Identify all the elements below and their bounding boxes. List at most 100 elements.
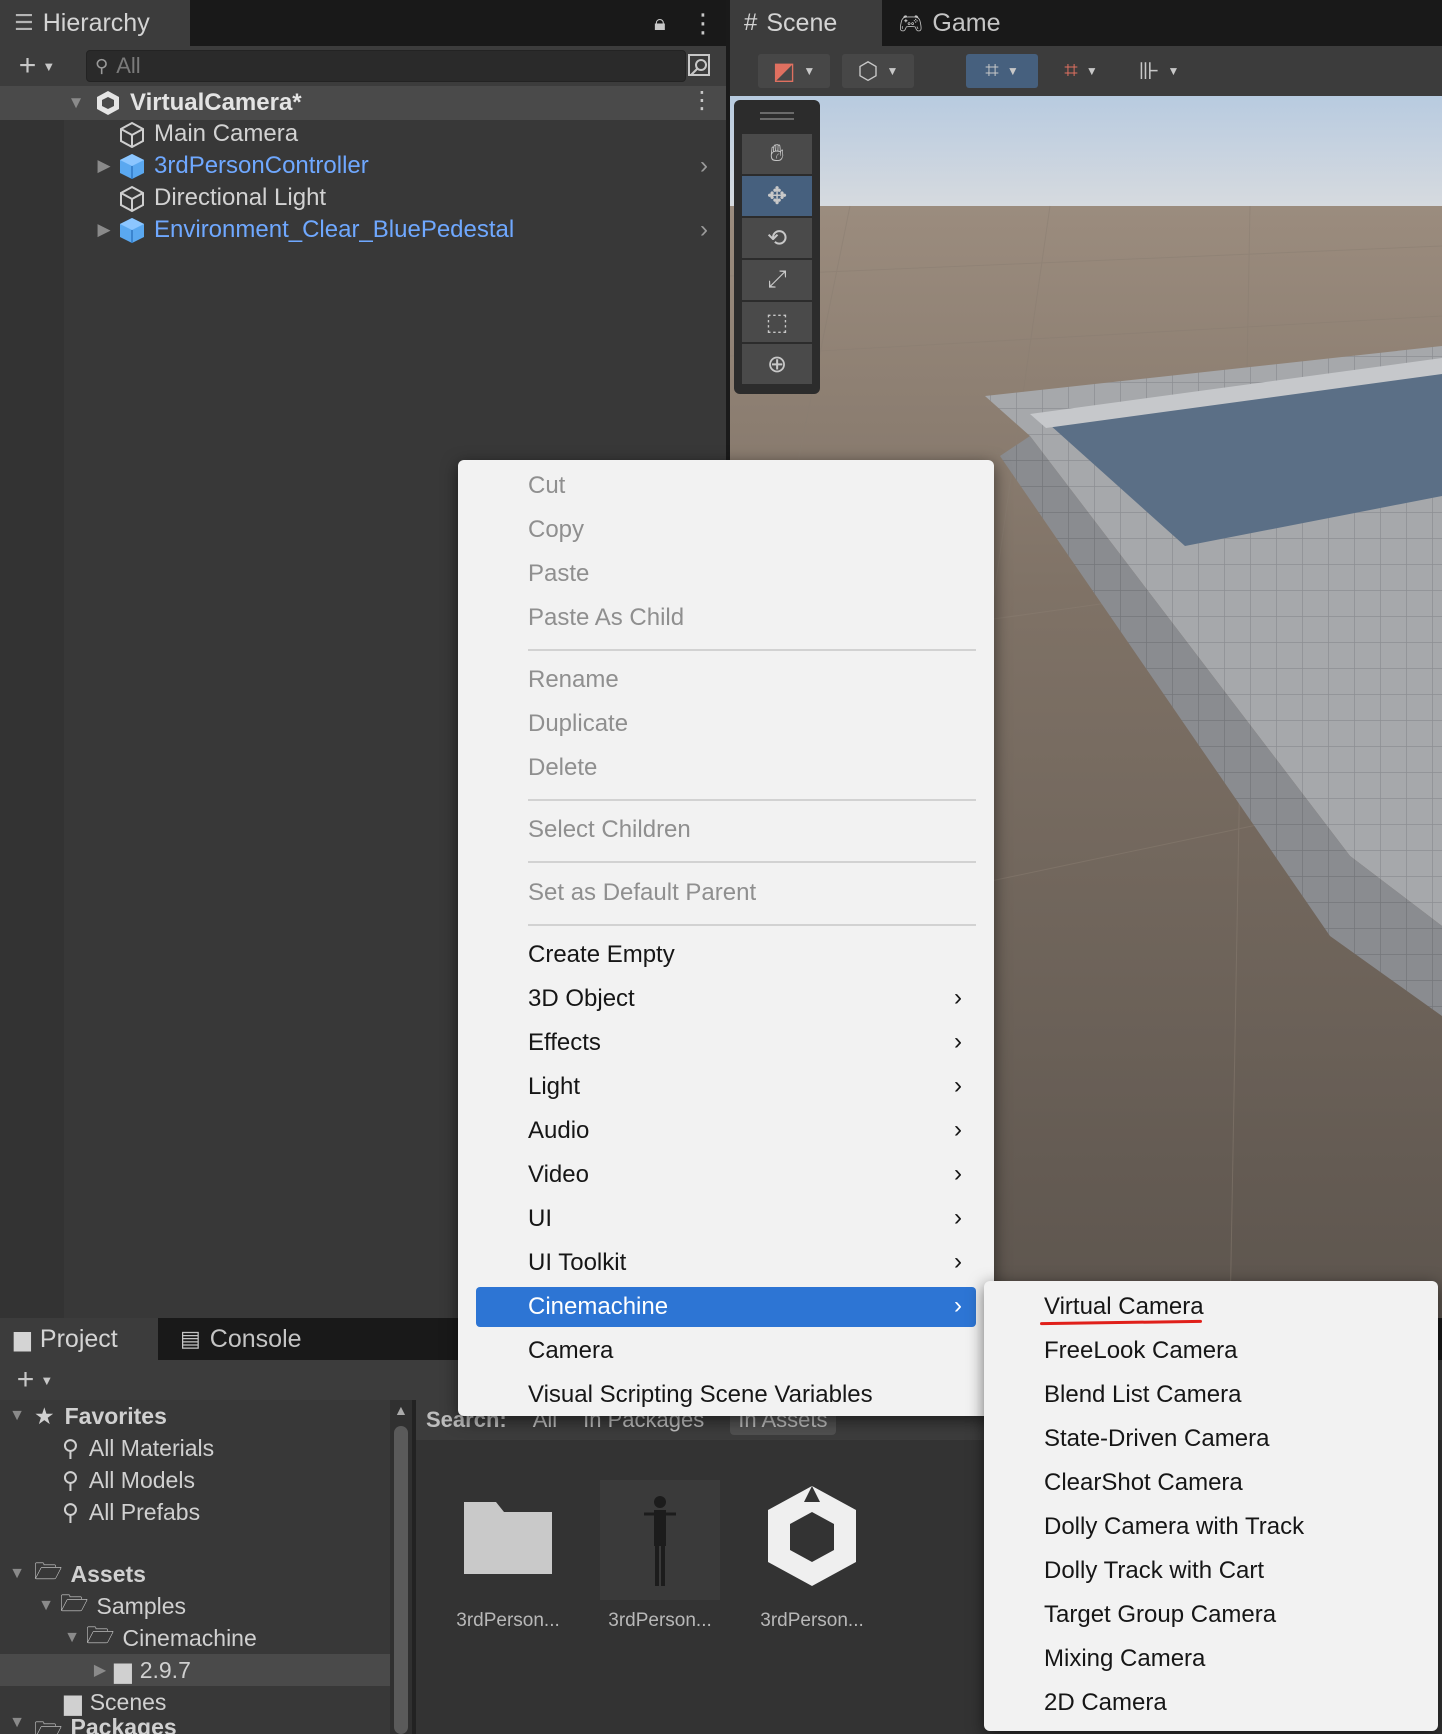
grid-snap-toggle[interactable]: ⌗ ▼ [966, 54, 1038, 88]
hierarchy-item-main-camera[interactable]: Main Camera [0, 118, 726, 150]
scale-tool-button[interactable]: ⤢ [742, 260, 812, 300]
collapse-arrow-icon[interactable]: ▼ [32, 1597, 60, 1615]
collapse-arrow-icon[interactable]: ▼ [58, 1629, 86, 1647]
character-model-icon [644, 1496, 676, 1586]
asset-item[interactable]: 3rdPerson... [438, 1480, 578, 1660]
menu-item-label: Light [528, 1073, 581, 1100]
open-folder-icon: 🗁 [34, 1557, 63, 1584]
create-add-button[interactable]: + ▼ [8, 48, 66, 84]
submenu-item-dolly-track-with-cart[interactable]: Dolly Track with Cart [1044, 1551, 1264, 1591]
project-create-button[interactable]: + ▼ [6, 1362, 64, 1398]
asset-item[interactable]: 3rdPerson... [590, 1480, 730, 1660]
search-placeholder: All [116, 53, 141, 78]
menu-item-ui[interactable]: UI › [476, 1199, 976, 1239]
menu-item-cinemachine[interactable]: Cinemachine › [476, 1287, 976, 1327]
submenu-item-mixing-camera[interactable]: Mixing Camera [1044, 1639, 1205, 1679]
folder-samples[interactable]: ▼ 🗁 Samples [0, 1590, 390, 1622]
submenu-item-target-group-camera[interactable]: Target Group Camera [1044, 1595, 1276, 1635]
render-mode-dropdown[interactable]: ⬡ ▼ [842, 54, 914, 88]
tab-console[interactable]: ▤ Console [166, 1318, 326, 1360]
scene-name: VirtualCamera* [130, 89, 302, 116]
asset-label: 3rdPerson... [456, 1610, 560, 1631]
hierarchy-item-directional-light[interactable]: Directional Light [0, 182, 726, 214]
favorite-item[interactable]: ⚲ All Materials [0, 1432, 390, 1464]
packages-header[interactable]: ▼ 🗁 Packages [0, 1714, 390, 1734]
collapse-arrow-icon[interactable]: ▼ [0, 1565, 34, 1583]
scene-search-icon[interactable] [686, 52, 714, 80]
menu-item-paste: Paste [528, 560, 590, 587]
favorite-item[interactable]: ⚲ All Prefabs [0, 1496, 390, 1528]
menu-item-effects[interactable]: Effects › [476, 1023, 976, 1063]
scroll-thumb[interactable] [394, 1426, 408, 1734]
tab-game[interactable]: 🎮︎ Game [884, 0, 1024, 46]
assets-header[interactable]: ▼ 🗁 Assets [0, 1558, 390, 1590]
hand-tool-button[interactable]: ✋︎ [742, 134, 812, 174]
collapse-arrow-icon[interactable]: ▼ [0, 1714, 34, 1732]
submenu-item-state-driven-camera[interactable]: State-Driven Camera [1044, 1419, 1269, 1459]
expand-arrow-icon[interactable]: ▶ [86, 1660, 114, 1680]
asset-item[interactable]: 3rdPerson... [742, 1480, 882, 1660]
draw-mode-dropdown[interactable]: ◩ ▼ [758, 54, 830, 88]
submenu-item-dolly-camera-with-track[interactable]: Dolly Camera with Track [1044, 1507, 1304, 1547]
lock-icon[interactable]: 🔒︎ [654, 10, 666, 36]
search-icon: ⚲ [62, 1498, 79, 1525]
hierarchy-item-environment[interactable]: ▶ Environment_Clear_BluePedestal › [0, 214, 726, 246]
favorite-item[interactable]: ⚲ All Models [0, 1464, 390, 1496]
menu-item-paste-as-child: Paste As Child [528, 604, 685, 631]
menu-item-video[interactable]: Video › [476, 1155, 976, 1195]
menu-item-select-children: Select Children [528, 816, 691, 843]
folder-cinemachine[interactable]: ▼ 🗁 Cinemachine [0, 1622, 390, 1654]
submenu-item-label: Dolly Camera with Track [1044, 1513, 1305, 1540]
scene-menu-icon[interactable]: ⋮ [690, 86, 714, 115]
menu-item-label: Video [528, 1161, 589, 1188]
expand-arrow-icon[interactable]: ▶ [92, 156, 116, 176]
submenu-item-label: Dolly Track with Cart [1044, 1557, 1265, 1584]
favorites-header[interactable]: ▼ ★ Favorites [0, 1400, 390, 1432]
submenu-item-freelook-camera[interactable]: FreeLook Camera [1044, 1331, 1237, 1371]
expand-arrow-icon[interactable]: ▶ [92, 220, 116, 240]
tab-console-label: Console [209, 1324, 302, 1353]
rect-tool-button[interactable]: ⬚ [742, 302, 812, 342]
item-label: Main Camera [154, 120, 299, 147]
tab-scene[interactable]: # Scene [730, 0, 882, 46]
menu-item-light[interactable]: Light › [476, 1067, 976, 1107]
expand-arrow-icon[interactable]: ▼ [64, 93, 88, 113]
submenu-item-2d-camera[interactable]: 2D Camera [1044, 1683, 1167, 1723]
rotate-tool-button[interactable]: ⟲ [742, 218, 812, 258]
menu-item-camera[interactable]: Camera [476, 1331, 976, 1371]
move-tool-button[interactable]: ✥ [742, 176, 812, 216]
menu-item-visual-scripting-scene-variables[interactable]: Visual Scripting Scene Variables [476, 1375, 976, 1415]
increment-snap-toggle[interactable]: ⌗ ▼ [1048, 54, 1114, 88]
folder-label: 2.9.7 [139, 1656, 191, 1683]
tab-hierarchy[interactable]: ☰ Hierarchy [0, 0, 190, 46]
transform-icon: ⊕ [766, 350, 788, 378]
hierarchy-search-input[interactable]: ⚲ All [86, 50, 686, 82]
project-tree-scrollbar[interactable]: ▲ [390, 1400, 412, 1734]
search-icon: ⚲ [62, 1434, 79, 1461]
transform-tool-button[interactable]: ⊕ [742, 344, 812, 384]
open-prefab-arrow-icon[interactable]: › [700, 216, 708, 244]
more-options-icon[interactable]: ⋮ [690, 8, 716, 39]
open-prefab-arrow-icon[interactable]: › [700, 152, 708, 180]
folder-icon [464, 1502, 552, 1574]
scroll-up-arrow-icon[interactable]: ▲ [394, 1402, 408, 1418]
menu-item-ui-toolkit[interactable]: UI Toolkit › [476, 1243, 976, 1283]
scene-root-row[interactable]: ▼ VirtualCamera* ⋮ [0, 86, 726, 120]
menu-item-audio[interactable]: Audio › [476, 1111, 976, 1151]
tab-project[interactable]: ▆ Project [0, 1318, 158, 1360]
unity-scene-icon [97, 91, 119, 115]
cinemachine-submenu: Virtual Camera FreeLook Camera Blend Lis… [984, 1281, 1438, 1731]
collapse-arrow-icon[interactable]: ▼ [0, 1407, 34, 1425]
chevron-down-icon: ▼ [40, 1372, 54, 1388]
palette-grip[interactable] [760, 112, 794, 120]
rect-icon: ⬚ [765, 308, 789, 336]
menu-item-create-empty[interactable]: Create Empty [476, 935, 976, 975]
hierarchy-item-3rd-person-controller[interactable]: ▶ 3rdPersonController › [0, 150, 726, 182]
folder-version[interactable]: ▶ ▆ 2.9.7 [0, 1654, 390, 1686]
menu-item-3d-object[interactable]: 3D Object › [476, 979, 976, 1019]
submenu-item-clearshot-camera[interactable]: ClearShot Camera [1044, 1463, 1243, 1503]
ruler-snap-toggle[interactable]: ⊪ ▼ [1126, 54, 1192, 88]
hierarchy-tabbar: ☰ Hierarchy 🔒︎ ⋮ [0, 0, 726, 46]
submenu-item-blend-list-camera[interactable]: Blend List Camera [1044, 1375, 1241, 1415]
asset-label: 3rdPerson... [760, 1610, 864, 1631]
